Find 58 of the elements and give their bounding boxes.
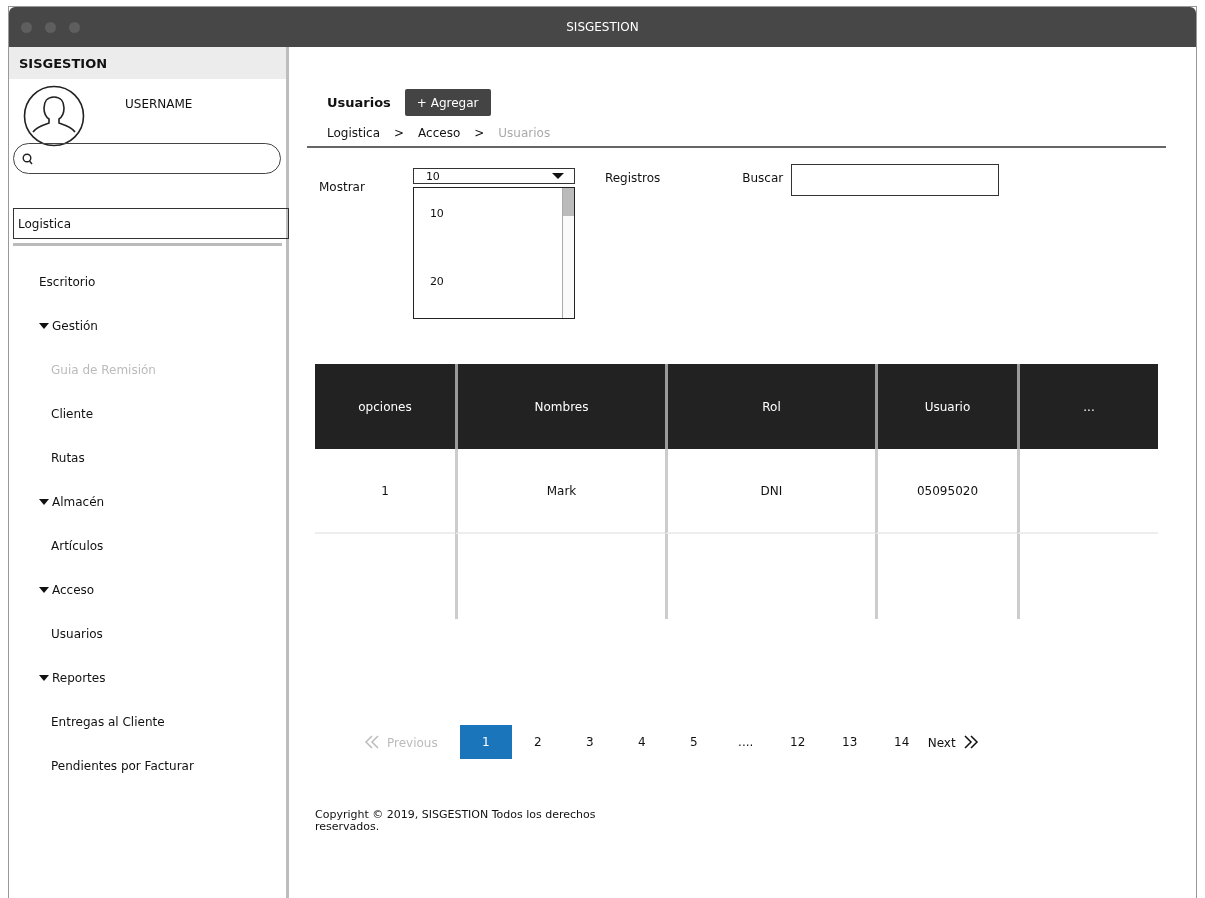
page-title: Usuarios <box>327 95 391 110</box>
add-button[interactable]: + Agregar <box>404 89 491 116</box>
table-cell: DNI <box>665 449 875 534</box>
user-avatar-icon <box>23 85 85 147</box>
window-title: SISGESTION <box>566 20 639 34</box>
page-link[interactable]: 14 <box>875 725 928 759</box>
page-link[interactable]: 2 <box>511 725 564 759</box>
dropdown-option[interactable]: 20 <box>413 256 562 288</box>
double-left-chevron-icon <box>363 734 381 750</box>
caret-down-icon <box>551 173 564 179</box>
nav-item[interactable]: Escritorio <box>9 260 286 304</box>
breadcrumb-separator: > <box>474 126 485 140</box>
nav-item[interactable]: Pendientes por Facturar <box>9 744 286 788</box>
show-label: Mostrar <box>319 180 365 194</box>
nav-item[interactable]: Rutas <box>9 436 286 480</box>
nav-group[interactable]: Almacén <box>9 480 286 524</box>
table-cell: Mark <box>455 449 665 534</box>
caret-down-icon <box>39 499 49 505</box>
table-cell: 1 <box>315 449 455 534</box>
breadcrumb-link[interactable]: Acceso <box>418 126 461 140</box>
breadcrumb-link[interactable]: Logistica <box>327 126 380 140</box>
table-cell: 05095020 <box>875 449 1017 534</box>
page-link[interactable]: .... <box>719 725 772 759</box>
nav-group[interactable]: Gestión <box>9 304 286 348</box>
page-size-dropdown[interactable]: 10 <box>412 168 575 184</box>
search-label: Buscar <box>742 171 784 185</box>
column-header: opciones <box>315 364 455 449</box>
brand-title: SISGESTION <box>9 47 286 79</box>
page-link[interactable]: 4 <box>615 725 668 759</box>
search-field[interactable] <box>791 164 1000 196</box>
caret-down-icon <box>39 323 49 329</box>
page-link[interactable]: 12 <box>771 725 824 759</box>
nav-item[interactable]: Usuarios <box>9 612 286 656</box>
breadcrumb-separator: > <box>394 126 405 140</box>
dropdown-option[interactable]: 10 <box>413 188 562 220</box>
caret-down-icon <box>39 587 49 593</box>
column-header: Rol <box>665 364 875 449</box>
next-link[interactable]: Next <box>927 734 980 750</box>
page-link[interactable]: 3 <box>563 725 616 759</box>
double-right-chevron-icon <box>961 734 980 750</box>
search-icon <box>22 152 33 165</box>
page-link[interactable]: 13 <box>823 725 876 759</box>
copyright-text: Copyright © 2019, SISGESTION Todos los derechos reservados. <box>315 809 597 833</box>
nav-item[interactable]: Cliente <box>9 392 286 436</box>
scrollbar[interactable] <box>561 188 574 318</box>
nav-group[interactable]: Reportes <box>9 656 286 700</box>
module-selector[interactable]: Logistica <box>13 208 289 239</box>
username: USERNAME <box>125 97 193 111</box>
caret-down-icon <box>39 675 49 681</box>
column-header: ... <box>1017 364 1158 449</box>
records-label: Registros <box>604 171 661 185</box>
page-link[interactable]: 1 <box>459 725 512 759</box>
nav-item[interactable]: Artículos <box>9 524 286 568</box>
page-link[interactable]: 5 <box>667 725 720 759</box>
nav-item[interactable]: Entregas al Cliente <box>9 700 286 744</box>
column-header: Nombres <box>455 364 665 449</box>
column-header: Usuario <box>875 364 1017 449</box>
nav-group[interactable]: Acceso <box>9 568 286 612</box>
